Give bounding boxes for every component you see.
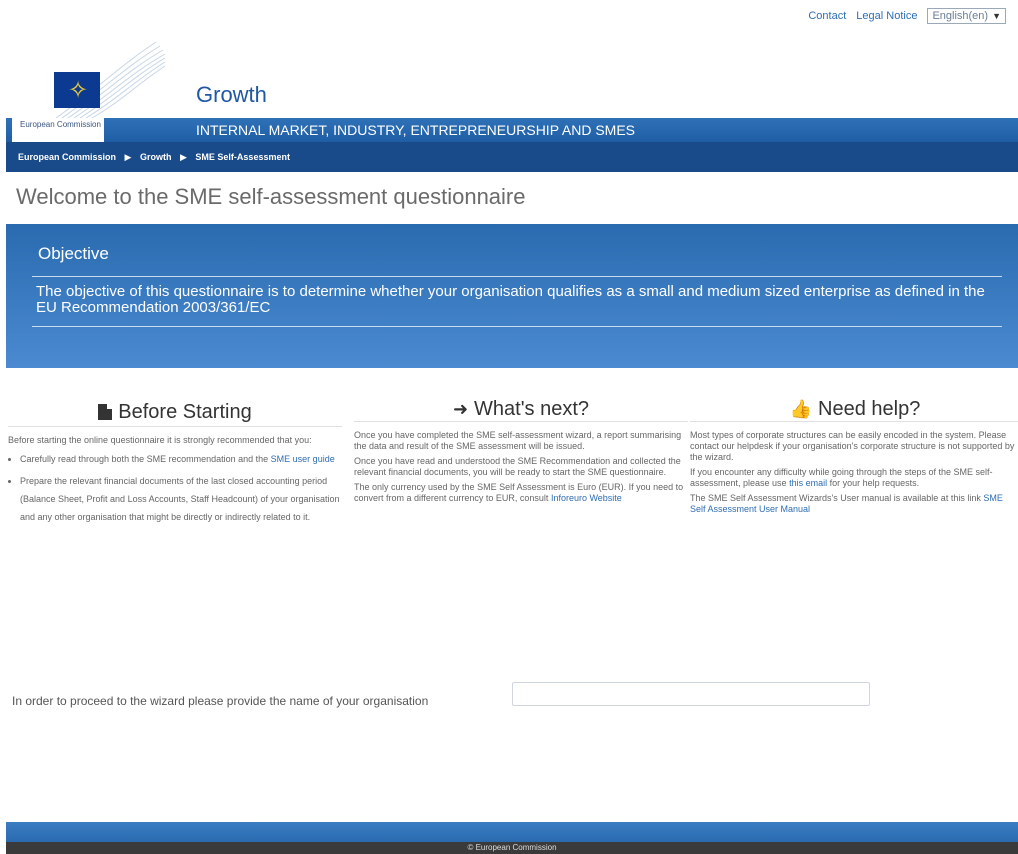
- objective-text: The objective of this questionnaire is t…: [36, 283, 985, 316]
- before-starting-title: Before Starting: [118, 400, 252, 423]
- divider: [32, 326, 1002, 327]
- contact-link[interactable]: Contact: [808, 10, 846, 22]
- breadcrumb-separator-icon: ▶: [179, 152, 187, 162]
- caret-down-icon: ▼: [992, 11, 1001, 21]
- footer-band: [6, 822, 1018, 842]
- whats-next-p2: Once you have read and understood the SM…: [354, 456, 681, 477]
- objective-title: Objective: [38, 244, 109, 263]
- need-help-heading: 👍 Need help?: [690, 398, 1018, 422]
- commission-label: European Commission: [12, 118, 104, 142]
- breadcrumb-item[interactable]: Growth: [140, 152, 172, 162]
- whats-next-title: What's next?: [474, 398, 590, 420]
- dg-title: INTERNAL MARKET, INDUSTRY, ENTREPRENEURS…: [196, 122, 636, 138]
- sme-user-guide-link[interactable]: SME user guide: [271, 454, 335, 464]
- language-selector[interactable]: English(en) ▼: [927, 8, 1006, 24]
- before-starting-intro: Before starting the online questionnaire…: [8, 435, 312, 445]
- language-value: English(en): [932, 10, 989, 22]
- whats-next-heading: ➜ What's next?: [354, 398, 688, 422]
- help-email-link[interactable]: this email: [789, 478, 827, 488]
- organisation-name-input[interactable]: [512, 682, 870, 706]
- before-starting-heading: Before Starting: [8, 400, 342, 427]
- need-help-p1: Most types of corporate structures can b…: [690, 430, 1015, 462]
- objective-panel: Objective The objective of this question…: [6, 224, 1018, 368]
- inforeuro-link[interactable]: Inforeuro Website: [551, 493, 622, 503]
- need-help-column: 👍 Need help? Most types of corporate str…: [690, 398, 1018, 574]
- page-title: Welcome to the SME self-assessment quest…: [16, 184, 526, 209]
- organisation-name-label: In order to proceed to the wizard please…: [12, 694, 429, 708]
- legal-notice-link[interactable]: Legal Notice: [856, 10, 917, 22]
- eu-flag-icon: ✧: [54, 72, 100, 108]
- list-item: Carefully read through both the SME reco…: [20, 450, 342, 468]
- divider: [32, 276, 1002, 277]
- need-help-p2: If you encounter any difficulty while go…: [690, 467, 993, 488]
- thumbs-up-icon: 👍: [789, 399, 813, 419]
- breadcrumb-current: SME Self-Assessment: [195, 152, 290, 162]
- whats-next-p1: Once you have completed the SME self-ass…: [354, 430, 682, 451]
- site-name: Growth: [196, 82, 267, 107]
- breadcrumb: European Commission ▶ Growth ▶ SME Self-…: [6, 142, 1018, 172]
- breadcrumb-item[interactable]: European Commission: [18, 152, 116, 162]
- need-help-title: Need help?: [818, 398, 921, 420]
- before-starting-column: Before Starting Before starting the onli…: [8, 400, 342, 574]
- breadcrumb-separator-icon: ▶: [124, 152, 132, 162]
- dg-band: European Commission INTERNAL MARKET, IND…: [6, 118, 1018, 142]
- need-help-p3: The SME Self Assessment Wizards's User m…: [690, 493, 1003, 514]
- whats-next-column: ➜ What's next? Once you have completed t…: [354, 398, 688, 574]
- list-item: Prepare the relevant financial documents…: [20, 472, 342, 526]
- top-links: Contact Legal Notice English(en) ▼: [808, 8, 1006, 24]
- info-columns: Before Starting Before starting the onli…: [8, 398, 1018, 574]
- site-header: ✧ Growth: [6, 40, 1018, 122]
- document-icon: [98, 404, 113, 420]
- footer: © European Commission: [6, 842, 1018, 854]
- whats-next-p3: The only currency used by the SME Self A…: [354, 482, 684, 503]
- arrow-right-icon: ➜: [452, 399, 469, 419]
